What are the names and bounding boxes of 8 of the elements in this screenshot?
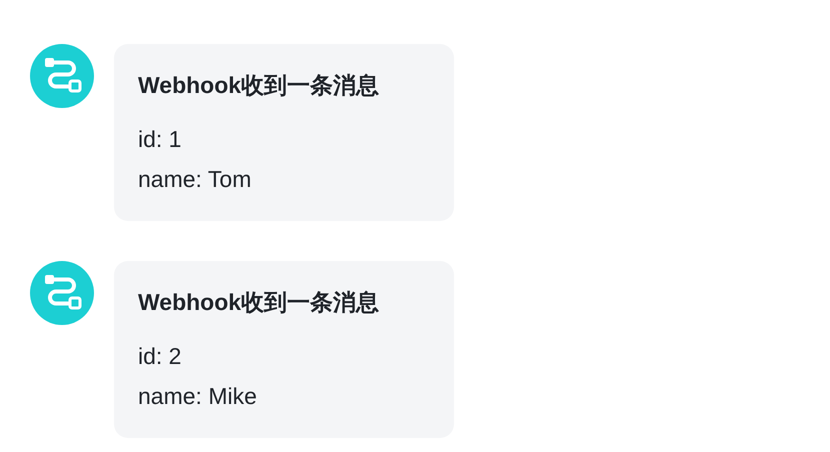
bot-avatar-icon [30,261,94,325]
message-line: id: 1 [138,125,182,154]
message-line: name: Tom [138,165,252,194]
message-line: id: 2 [138,342,182,371]
message-title: Webhook收到一条消息 [138,288,380,317]
message-line: name: Mike [138,382,258,411]
message-title: Webhook收到一条消息 [138,71,380,100]
bot-avatar-icon [30,44,94,108]
